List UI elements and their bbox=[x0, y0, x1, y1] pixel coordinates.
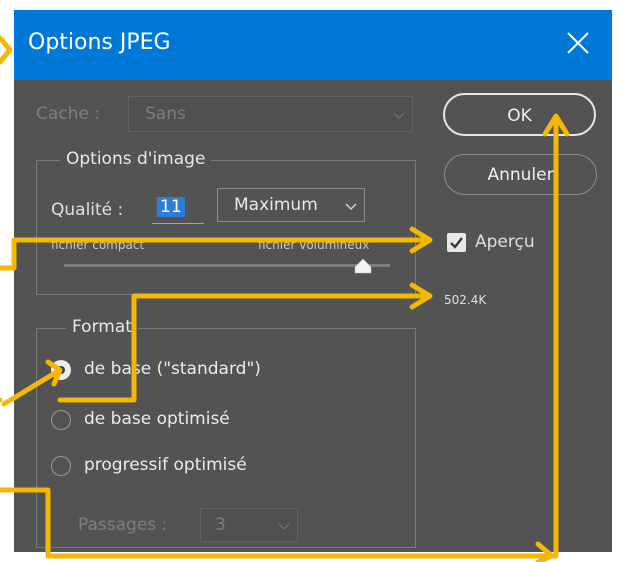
format-legend: Format bbox=[66, 317, 138, 337]
image-options-legend: Options d'image bbox=[60, 149, 212, 169]
ok-button-label: OK bbox=[507, 106, 532, 126]
radio-progressive[interactable] bbox=[51, 456, 71, 476]
cache-select: Sans bbox=[128, 96, 413, 132]
radio-baseline-optimized-label: de base optimisé bbox=[84, 409, 230, 429]
quality-input-value: 11 bbox=[157, 197, 185, 217]
passes-select-value: 3 bbox=[215, 515, 226, 535]
radio-progressive-label: progressif optimisé bbox=[84, 455, 247, 475]
radio-baseline-optimized[interactable] bbox=[51, 410, 71, 430]
slider-max-label: fichier volumineux bbox=[258, 238, 370, 252]
cache-label: Cache : bbox=[36, 104, 100, 124]
title-bar: Options JPEG bbox=[14, 10, 612, 80]
cache-select-value: Sans bbox=[145, 104, 186, 124]
jpeg-options-dialog: Options JPEG Cache : Sans Options d'imag… bbox=[14, 10, 612, 552]
quality-input[interactable]: 11 bbox=[152, 194, 204, 224]
passes-label: Passages : bbox=[78, 515, 168, 535]
annotation-arrow-title bbox=[0, 35, 13, 65]
quality-label: Qualité : bbox=[51, 200, 124, 220]
slider-min-label: fichier compact bbox=[51, 238, 145, 252]
image-options-group bbox=[36, 160, 416, 295]
quality-slider-thumb[interactable] bbox=[353, 258, 373, 274]
chevron-down-icon bbox=[345, 203, 357, 211]
file-size-readout: 502.4K bbox=[444, 293, 487, 307]
chevron-down-icon bbox=[393, 112, 405, 120]
cancel-button[interactable]: Annuler bbox=[444, 154, 597, 195]
radio-baseline-standard-label: de base ("standard") bbox=[84, 359, 261, 379]
dialog-title: Options JPEG bbox=[28, 30, 171, 55]
quality-slider-track[interactable] bbox=[64, 264, 390, 267]
ok-button[interactable]: OK bbox=[443, 93, 596, 136]
quality-preset-select[interactable]: Maximum bbox=[217, 188, 365, 222]
quality-preset-value: Maximum bbox=[234, 195, 318, 215]
preview-label: Aperçu bbox=[475, 232, 535, 252]
passes-select: 3 bbox=[200, 508, 298, 542]
checkmark-icon bbox=[450, 237, 463, 249]
chevron-down-icon bbox=[278, 523, 290, 531]
preview-checkbox[interactable] bbox=[447, 233, 466, 252]
radio-baseline-standard[interactable] bbox=[51, 360, 71, 380]
close-icon[interactable] bbox=[565, 30, 591, 56]
cancel-button-label: Annuler bbox=[487, 165, 554, 185]
